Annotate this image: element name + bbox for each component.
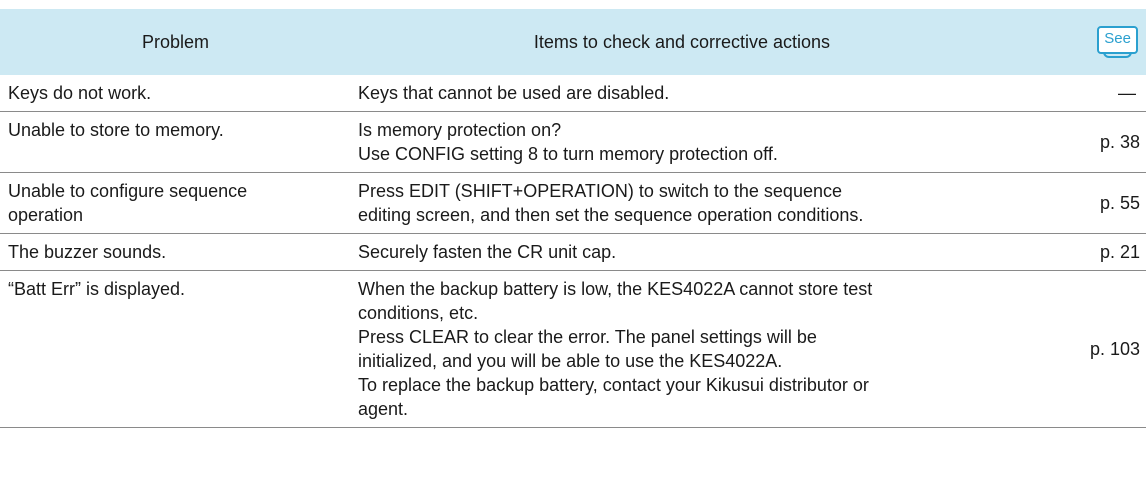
action-text: conditions, etc. xyxy=(358,303,479,323)
action-text: initialized, and you will be able to use… xyxy=(358,351,783,371)
table-row: The buzzer sounds. Securely fasten the C… xyxy=(0,234,1146,271)
page-reference-text: p. 55 xyxy=(1099,193,1140,213)
action-text: Use CONFIG setting 8 to turn memory prot… xyxy=(358,144,778,164)
actions-cell: Securely fasten the CR unit cap. xyxy=(351,234,1013,270)
problem-cell: Unable to store to memory. xyxy=(0,112,351,172)
problem-text: The buzzer sounds. xyxy=(8,242,167,262)
problem-cell: “Batt Err” is displayed. xyxy=(0,271,351,427)
header-problem: Problem xyxy=(141,31,210,52)
page-reference: p. 55 xyxy=(1013,173,1146,233)
problem-cell: Unable to configure sequence operation xyxy=(0,173,351,233)
action-text: editing screen, and then set the sequenc… xyxy=(358,205,864,225)
actions-cell: Keys that cannot be used are disabled. xyxy=(351,75,1013,111)
page-reference-text: p. 103 xyxy=(1089,339,1140,359)
actions-cell: Is memory protection on? Use CONFIG sett… xyxy=(351,112,1013,172)
table-row: “Batt Err” is displayed. When the backup… xyxy=(0,271,1146,428)
header-see: See xyxy=(1013,26,1146,58)
page-reference: p. 21 xyxy=(1013,234,1146,270)
problem-cell: The buzzer sounds. xyxy=(0,234,351,270)
troubleshooting-table: Problem Items to check and corrective ac… xyxy=(0,9,1146,428)
actions-cell: Press EDIT (SHIFT+OPERATION) to switch t… xyxy=(351,173,1013,233)
page-reference: p. 103 xyxy=(1013,271,1146,427)
page-reference-text: — xyxy=(1118,83,1136,103)
action-text: To replace the backup battery, contact y… xyxy=(358,375,869,395)
action-text: Securely fasten the CR unit cap. xyxy=(358,242,617,262)
problem-text: Keys do not work. xyxy=(8,83,152,103)
problem-text: Unable to configure sequence xyxy=(8,181,248,201)
page-reference: — xyxy=(1013,75,1146,111)
action-text: Keys that cannot be used are disabled. xyxy=(358,83,670,103)
table-header: Problem Items to check and corrective ac… xyxy=(0,9,1146,75)
problem-text: operation xyxy=(8,205,84,225)
action-text: agent. xyxy=(358,399,409,419)
page-reference-text: p. 38 xyxy=(1099,132,1140,152)
action-text: When the backup battery is low, the KES4… xyxy=(358,279,873,299)
page-reference-text: p. 21 xyxy=(1099,242,1140,262)
actions-cell: When the backup battery is low, the KES4… xyxy=(351,271,1013,427)
action-text: Press EDIT (SHIFT+OPERATION) to switch t… xyxy=(358,181,842,201)
problem-text: “Batt Err” is displayed. xyxy=(8,279,186,299)
table-row: Unable to store to memory. Is memory pro… xyxy=(0,112,1146,173)
table-row: Keys do not work. Keys that cannot be us… xyxy=(0,75,1146,112)
table-row: Unable to configure sequence operation P… xyxy=(0,173,1146,234)
problem-cell: Keys do not work. xyxy=(0,75,351,111)
action-text: Press CLEAR to clear the error. The pane… xyxy=(358,327,817,347)
problem-text: Unable to store to memory. xyxy=(8,120,224,140)
see-book-icon: See xyxy=(1097,26,1138,58)
header-actions: Items to check and corrective actions xyxy=(533,31,831,52)
action-text: Is memory protection on? xyxy=(358,120,562,140)
page-reference: p. 38 xyxy=(1013,112,1146,172)
